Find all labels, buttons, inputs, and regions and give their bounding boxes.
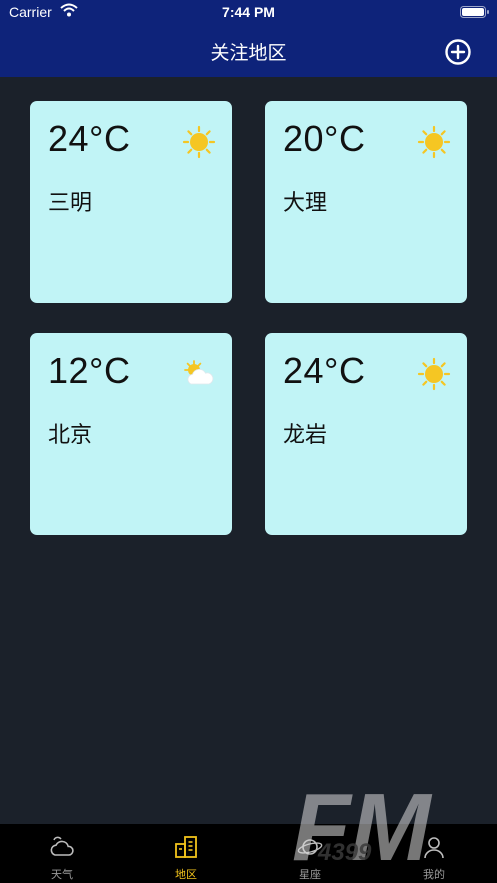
card-city: 北京: [48, 423, 93, 448]
card-temperature: 24°C: [48, 118, 131, 159]
card-city: 龙岩: [283, 423, 328, 448]
status-bar: Carrier 7:44 PM: [0, 0, 497, 26]
region-card[interactable]: 20°C 大理: [265, 101, 467, 303]
tab-label: 地区: [175, 868, 197, 881]
page-title: 关注地区: [210, 42, 287, 64]
tab-bar: 天气 地区 星座 我的: [0, 824, 497, 883]
status-time: 7:44 PM: [222, 4, 275, 20]
partly-cloudy-icon: [184, 360, 214, 385]
building-icon: [175, 836, 197, 858]
tab-label: 天气: [51, 868, 73, 881]
card-temperature: 12°C: [48, 350, 131, 391]
sun-icon: [417, 357, 451, 391]
region-card[interactable]: 24°C 三明: [30, 101, 232, 303]
battery-icon: [460, 6, 489, 18]
card-city: 大理: [283, 191, 328, 216]
tab-region[interactable]: 地区: [124, 824, 248, 883]
navigation-bar: Carrier 7:44 PM 关注地区: [0, 0, 497, 77]
cloud-sun-icon: [50, 836, 74, 856]
region-card[interactable]: 24°C 龙岩: [265, 333, 467, 535]
plus-circle-icon[interactable]: [444, 38, 472, 66]
card-city: 三明: [48, 191, 93, 216]
region-card[interactable]: 12°C 北京: [30, 333, 232, 535]
tab-profile[interactable]: 我的: [372, 824, 496, 883]
tab-label: 星座: [299, 868, 321, 881]
user-icon: [424, 837, 444, 859]
sun-icon: [417, 125, 451, 159]
sun-icon: [182, 125, 216, 159]
card-temperature: 20°C: [283, 118, 366, 159]
planet-icon: [297, 839, 323, 855]
tab-weather[interactable]: 天气: [0, 824, 124, 883]
card-temperature: 24°C: [283, 350, 366, 391]
tab-label: 我的: [423, 868, 445, 881]
tab-constellation[interactable]: 星座: [248, 824, 372, 883]
